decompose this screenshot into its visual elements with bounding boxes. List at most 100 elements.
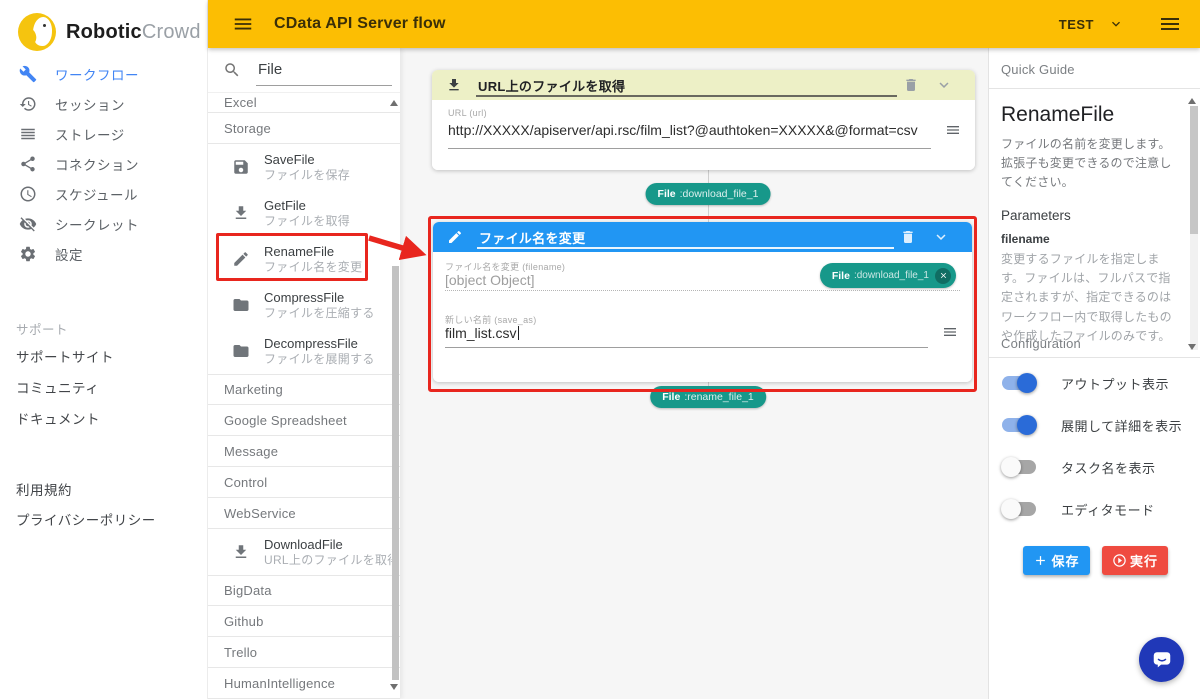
trash-icon[interactable] (903, 77, 919, 93)
search-input[interactable] (256, 56, 384, 82)
app-menu-icon[interactable] (1158, 12, 1182, 36)
task-item-decompressfile[interactable]: DecompressFile ファイルを展開する (208, 328, 400, 374)
field-menu-icon[interactable] (942, 324, 958, 340)
task-item-downloadfile[interactable]: DownloadFile URL上のファイルを取得 (208, 529, 400, 575)
task-item-subtitle: ファイルを展開する (264, 352, 375, 367)
sidebar-item-label: コネクション (55, 154, 139, 174)
support-links: サポートサイトコミュニティドキュメント (0, 342, 207, 435)
guide-scroll-area: RenameFile ファイルの名前を変更します。拡張子も変更できるので注意して… (989, 89, 1200, 363)
task-category-label: HumanIntelligence (208, 676, 335, 691)
chevron-down-icon[interactable] (932, 228, 950, 246)
task-item-compressfile[interactable]: CompressFile ファイルを圧縮する (208, 282, 400, 328)
eye-off-icon (19, 215, 37, 233)
toggle-row-show-task-name: タスク名を表示 (1001, 457, 1189, 477)
task-category-control[interactable]: Control (208, 467, 400, 498)
scroll-up-arrow[interactable] (390, 100, 398, 106)
task-item-subtitle: ファイルを保存 (264, 168, 350, 183)
scrollbar-thumb[interactable] (392, 266, 399, 680)
config-toggles: アウトプット表示 展開して詳細を表示 タスク名を表示 エディタモード (1001, 373, 1189, 541)
task-category-humanintelligence[interactable]: HumanIntelligence (208, 668, 400, 699)
sidebar-item-label: ストレージ (55, 124, 125, 144)
url-field-value[interactable]: http://XXXXX/apiserver/api.rsc/film_list… (448, 122, 918, 138)
search-icon (223, 61, 241, 79)
task-item-getfile[interactable]: GetFile ファイルを取得 (208, 190, 400, 236)
title-underline (477, 247, 894, 249)
field-menu-icon[interactable] (945, 122, 961, 138)
guide-scroll-down-arrow[interactable] (1188, 344, 1196, 350)
sidebar-item-secret[interactable]: シークレット (0, 209, 207, 239)
task-category-google-spreadsheet[interactable]: Google Spreadsheet (208, 405, 400, 436)
guide-scroll-up-arrow[interactable] (1188, 98, 1196, 104)
owl-logo-icon (18, 13, 56, 51)
run-button[interactable]: 実行 (1102, 546, 1168, 575)
save-as-field-value[interactable]: film_list.csv (445, 325, 519, 341)
save-icon (232, 158, 250, 176)
task-category-webservice[interactable]: WebService (208, 498, 400, 529)
sidebar-item-settings[interactable]: 設定 (0, 239, 207, 269)
search-underline (256, 85, 392, 86)
link-support-site[interactable]: サポートサイト (0, 342, 207, 373)
task-category-github[interactable]: Github (208, 606, 400, 637)
toggle-row-expand-details: 展開して詳細を表示 (1001, 415, 1189, 435)
toggle-label: タスク名を表示 (1061, 458, 1156, 477)
trash-icon[interactable] (900, 229, 916, 245)
task-item-savefile[interactable]: SaveFile ファイルを保存 (208, 144, 400, 190)
task-category-message[interactable]: Message (208, 436, 400, 467)
link-community[interactable]: コミュニティ (0, 373, 207, 404)
task-category-marketing[interactable]: Marketing (208, 374, 400, 405)
task-card-header[interactable]: URL上のファイルを取得 (432, 70, 975, 100)
save-button[interactable]: 保存 (1023, 546, 1090, 575)
legal-links: 利用規約プライバシーポリシー (0, 476, 207, 536)
toggle-label: アウトプット表示 (1061, 374, 1169, 393)
sidebar-item-label: ワークフロー (55, 64, 139, 84)
sidebar-item-session[interactable]: セッション (0, 89, 207, 119)
share-icon (19, 155, 37, 173)
task-search (208, 48, 400, 93)
chat-fab-button[interactable] (1139, 637, 1184, 682)
task-category-label: BigData (208, 583, 272, 598)
roboticrowd-logo[interactable]: RoboticCrowd (0, 0, 207, 51)
sidebar-item-workflow[interactable]: ワークフロー (0, 59, 207, 89)
chat-bubble-icon (1151, 649, 1173, 671)
task-category-storage[interactable]: Storage (208, 113, 400, 144)
task-item-subtitle: ファイルを圧縮する (264, 306, 375, 321)
flow-menu-icon[interactable] (232, 13, 254, 35)
link-terms[interactable]: 利用規約 (0, 476, 207, 506)
env-dropdown[interactable]: TEST (1059, 16, 1124, 32)
filename-field-value[interactable]: [object Object] (445, 272, 535, 288)
clock-icon (19, 185, 37, 203)
link-privacy-policy[interactable]: プライバシーポリシー (0, 506, 207, 536)
sidebar-item-connection[interactable]: コネクション (0, 149, 207, 179)
scroll-down-arrow[interactable] (390, 684, 398, 690)
toggle-expand-details[interactable] (1001, 415, 1037, 435)
file-chip-download-file[interactable]: File:download_file_1 (820, 263, 956, 288)
wrench-icon (19, 65, 37, 83)
task-category-bigdata[interactable]: BigData (208, 575, 400, 606)
sidebar-item-label: スケジュール (55, 184, 138, 204)
task-card-title: ファイル名を変更 (479, 228, 585, 247)
task-category-excel[interactable]: Excel (208, 93, 400, 113)
task-item-title: RenameFile (264, 244, 362, 260)
brand-name: RoboticCrowd (66, 21, 201, 44)
task-item-renamefile[interactable]: RenameFile ファイル名を変更 (208, 236, 400, 282)
toggle-show-task-name[interactable] (1001, 457, 1037, 477)
task-card-header[interactable]: ファイル名を変更 (433, 222, 972, 252)
task-item-title: DecompressFile (264, 336, 375, 352)
toggle-output-display[interactable] (1001, 373, 1037, 393)
history-icon (19, 95, 37, 113)
topbar: CData API Server flow TEST (208, 0, 1200, 48)
chevron-down-icon[interactable] (935, 76, 953, 94)
pencil-icon (447, 229, 463, 245)
task-category-trello[interactable]: Trello (208, 637, 400, 668)
sidebar-nav: ワークフローセッションストレージコネクションスケジュールシークレット設定 (0, 59, 207, 269)
quick-guide-panel: Quick Guide RenameFile ファイルの名前を変更します。拡張子… (988, 48, 1200, 699)
sidebar-item-storage[interactable]: ストレージ (0, 119, 207, 149)
sidebar-item-schedule[interactable]: スケジュール (0, 179, 207, 209)
gear-icon (19, 245, 37, 263)
toggle-editor-mode[interactable] (1001, 499, 1037, 519)
guide-scrollbar-thumb[interactable] (1190, 106, 1198, 234)
pencil-icon (232, 250, 250, 268)
chip-close-button[interactable] (935, 268, 951, 284)
link-documents[interactable]: ドキュメント (0, 404, 207, 435)
task-card-title: URL上のファイルを取得 (478, 76, 625, 95)
